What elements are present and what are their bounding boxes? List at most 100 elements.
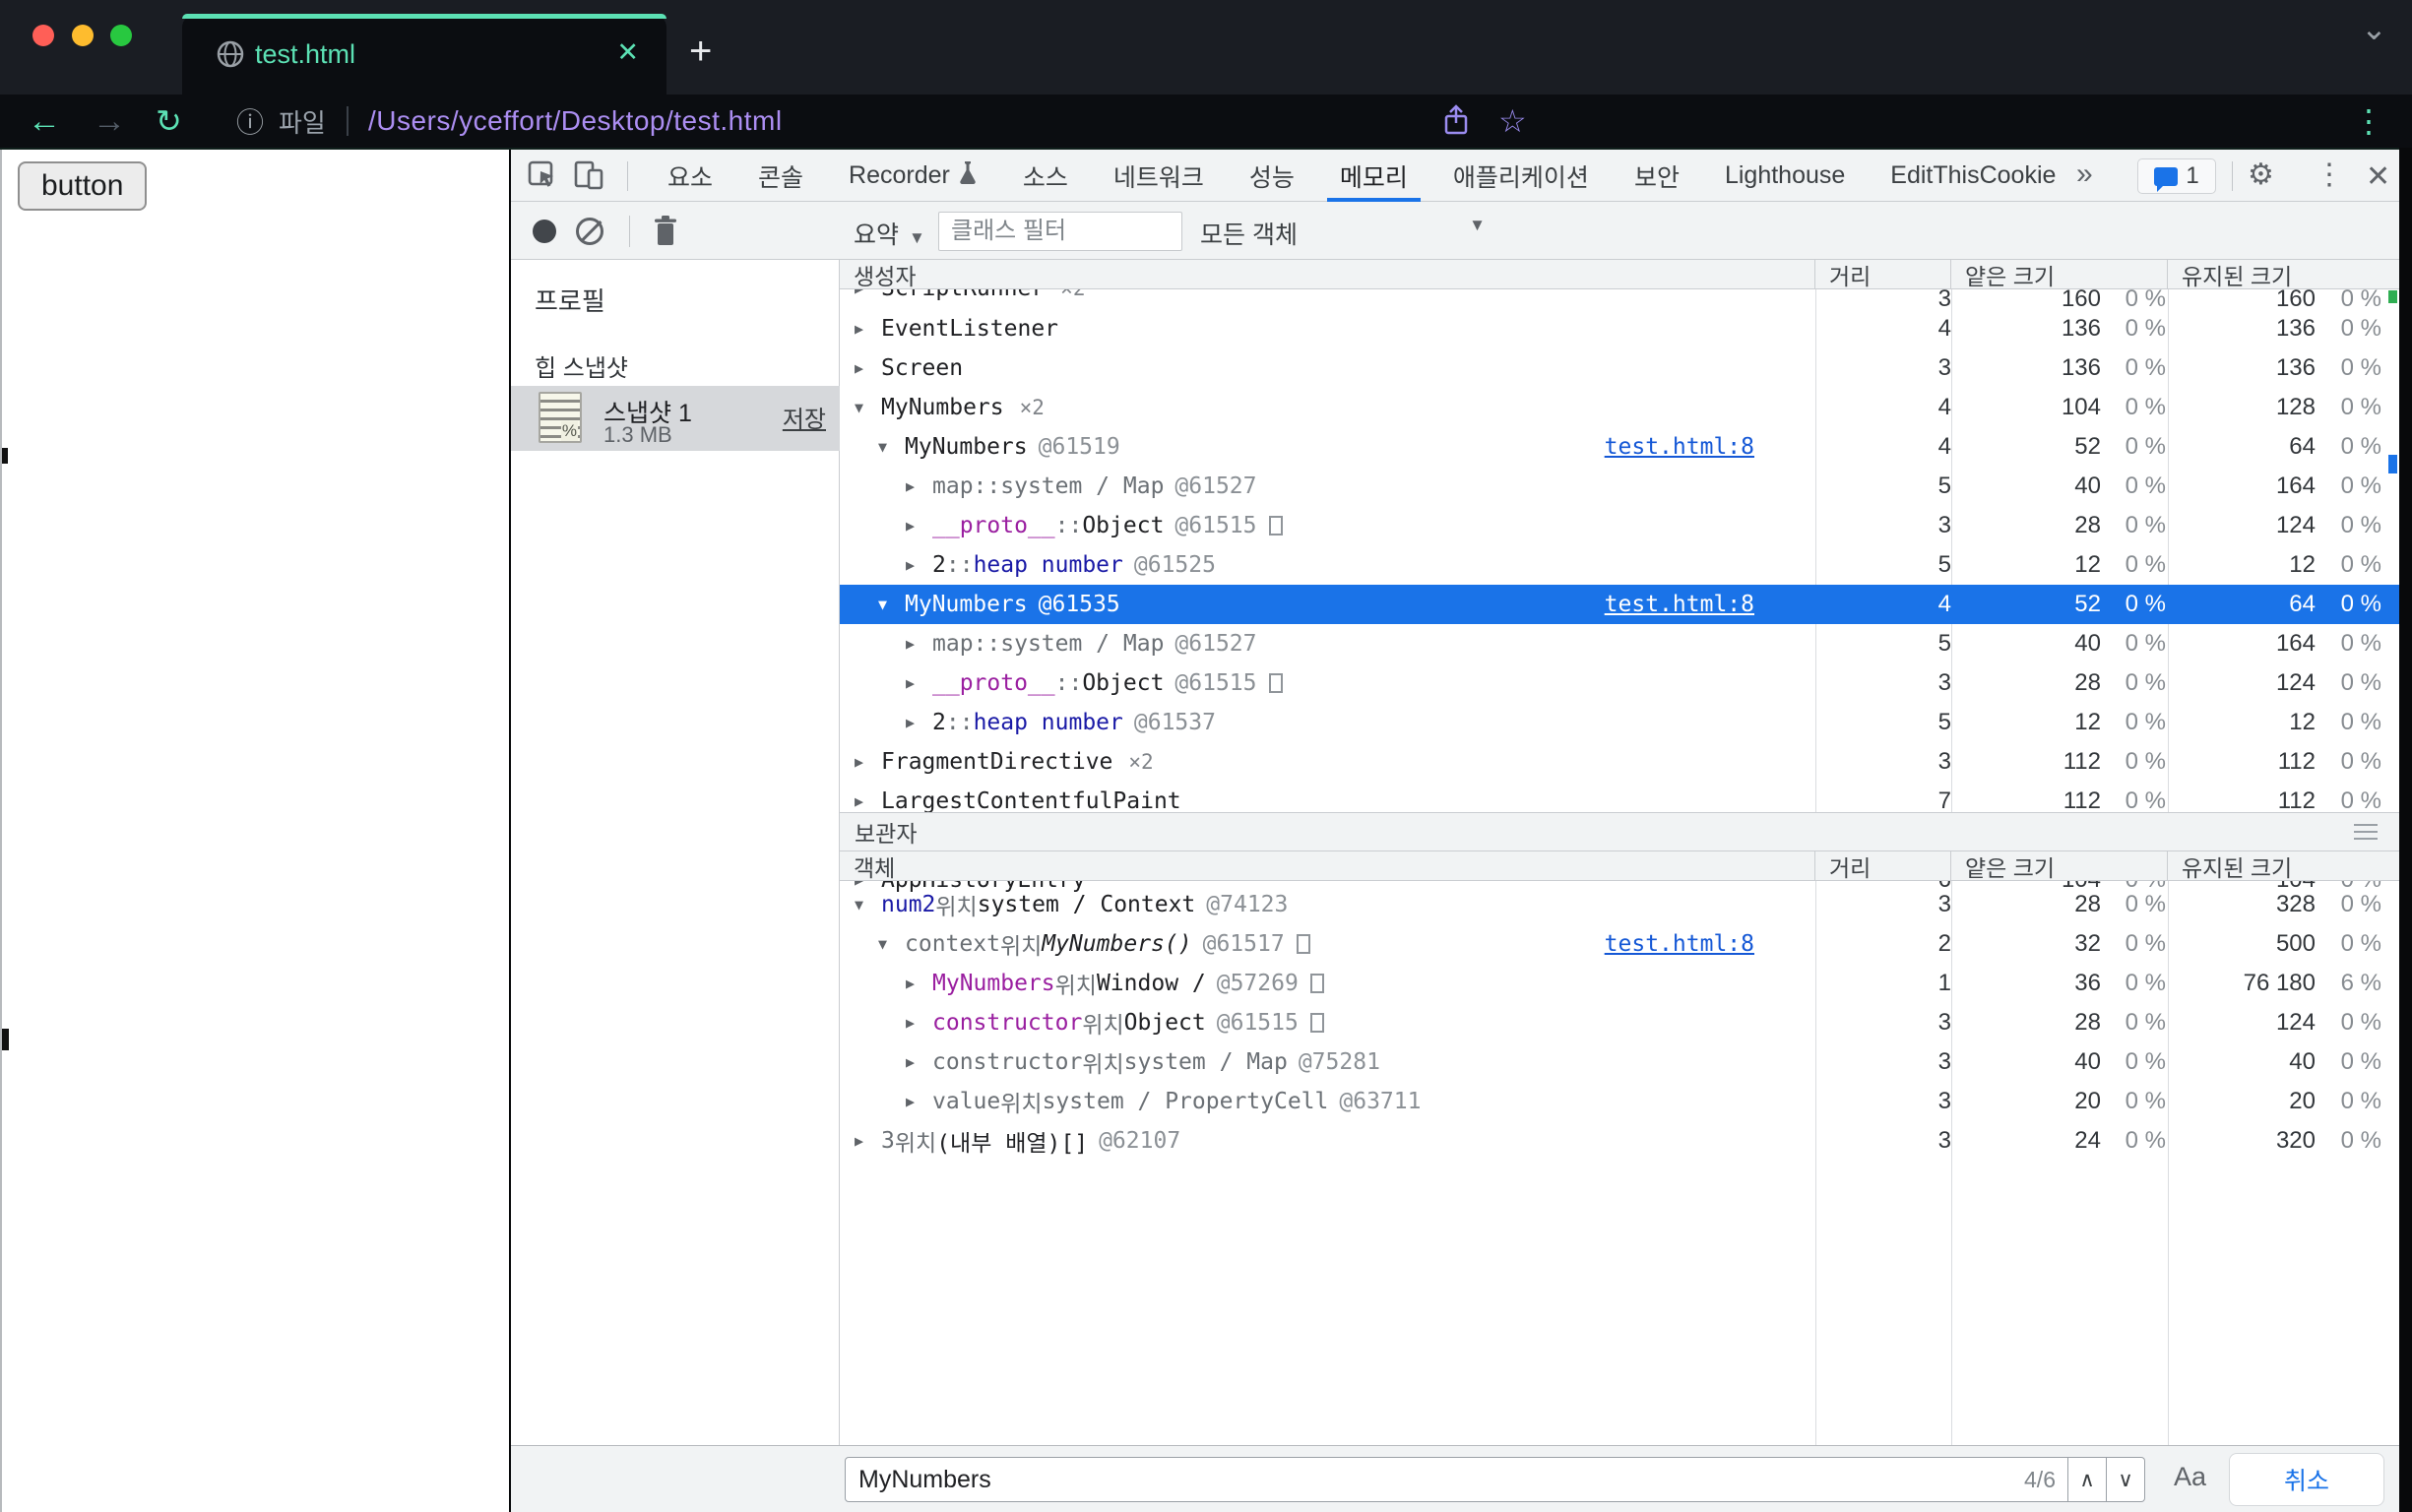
column-header-constructor[interactable]: 생성자 (840, 260, 1815, 289)
table-row[interactable]: ▶ 2 :: heap number @61537 5 12 0 % 12 0 % (840, 703, 2399, 742)
tree-expand-icon[interactable]: ▶ (906, 635, 923, 653)
column-header-distance[interactable]: 거리 (1815, 851, 1951, 881)
back-button[interactable]: ← (28, 94, 61, 148)
share-icon[interactable] (1439, 94, 1473, 148)
tree-expand-icon[interactable]: ▶ (855, 1132, 872, 1150)
browser-menu-icon[interactable]: ⋮ (2353, 94, 2386, 148)
tree-expand-icon[interactable]: ▶ (855, 359, 872, 377)
tree-collapse-icon[interactable]: ▼ (878, 935, 896, 953)
tree-expand-icon[interactable]: ▶ (906, 1093, 923, 1110)
devtools-tab-보안[interactable]: 보안 (1612, 150, 1702, 202)
table-row[interactable]: ▶ 2 :: heap number @61525 5 12 0 % 12 0 % (840, 545, 2399, 585)
column-header-object[interactable]: 객체 (840, 851, 1815, 881)
table-row[interactable]: ▶ constructor 위치 system / Map @75281 3 40 0 %… (840, 1042, 2399, 1082)
bookmark-star-icon[interactable]: ☆ (1498, 94, 1527, 148)
source-link[interactable]: test.html:8 (1605, 931, 1754, 957)
retainers-splitter-bar[interactable]: 보관자 (840, 812, 2399, 851)
tab-search-chevron-icon[interactable]: ⌄ (2361, 10, 2387, 47)
table-row[interactable]: ▶ FragmentDirective ×2 3 112 0 % 112 0 % (840, 742, 2399, 782)
devtools-tab-성능[interactable]: 성능 (1227, 150, 1317, 202)
tree-expand-icon[interactable]: ▶ (906, 714, 923, 731)
row-text-segment: system / Context (977, 892, 1196, 917)
tree-expand-icon[interactable]: ▶ (906, 1053, 923, 1071)
tree-collapse-icon[interactable]: ▼ (855, 896, 872, 914)
devtools-tab-요소[interactable]: 요소 (645, 150, 735, 202)
new-tab-button[interactable]: + (689, 30, 712, 74)
minimize-window-button[interactable] (72, 25, 94, 46)
devtools-menu-icon[interactable]: ⋮ (2315, 158, 2344, 192)
devtools-tab-애플리케이션[interactable]: 애플리케이션 (1430, 150, 1612, 202)
table-row[interactable]: ▶ MyNumbers 위치 Window / @57269 1 36 0 % 76 180… (840, 964, 2399, 1003)
tree-collapse-icon[interactable]: ▼ (855, 399, 872, 416)
shallow-size-cell: 28 0 % (2074, 891, 2166, 917)
devtools-tab-EditThisCookie[interactable]: EditThisCookie (1868, 150, 2078, 202)
table-row[interactable]: ▶ EventListener 4 136 0 % 136 0 % (840, 309, 2399, 348)
table-row[interactable]: ▼ MyNumbers @61519 test.html:8 4 52 0 % 64 0 % (840, 427, 2399, 467)
devtools-close-icon[interactable]: ✕ (2366, 159, 2390, 194)
browser-tab[interactable]: test.html ✕ (182, 14, 666, 94)
close-window-button[interactable] (32, 25, 54, 46)
column-header-shallow-size[interactable]: 얕은 크기 (1951, 260, 2168, 289)
tree-expand-icon[interactable]: ▶ (906, 674, 923, 692)
view-mode-select[interactable]: 요약 ▼ (854, 216, 925, 251)
page-info-icon[interactable]: ⓘ (236, 94, 264, 148)
table-row[interactable]: ▶ map :: system / Map @61527 5 40 0 % 164 0 % (840, 467, 2399, 506)
tree-collapse-icon[interactable]: ▼ (878, 438, 896, 456)
table-row[interactable]: ▼ MyNumbers ×2 4 104 0 % 128 0 % (840, 388, 2399, 427)
snapshot-save-link[interactable]: 저장 (783, 400, 826, 434)
object-filter-select[interactable]: 모든 객체 ▼ (1200, 216, 1486, 251)
drag-grip-icon[interactable] (2354, 824, 2378, 840)
distance-cell: 3 (1937, 512, 1951, 538)
inspect-element-icon[interactable] (527, 159, 558, 196)
snapshot-list-item[interactable]: % 스냅샷 1 1.3 MB 저장 (511, 386, 840, 451)
devtools-tab-메모리[interactable]: 메모리 (1317, 150, 1430, 202)
source-link[interactable]: test.html:8 (1605, 592, 1754, 617)
clear-profiles-icon[interactable] (576, 218, 603, 245)
more-tabs-icon[interactable]: » (2076, 158, 2093, 191)
tree-expand-icon[interactable]: ▶ (855, 320, 872, 338)
column-header-distance[interactable]: 거리 (1815, 260, 1951, 289)
devtools-tab-소스[interactable]: 소스 (1000, 150, 1091, 202)
column-header-shallow-size[interactable]: 얕은 크기 (1951, 851, 2168, 881)
devtools-tab-콘솔[interactable]: 콘솔 (735, 150, 826, 202)
table-row[interactable]: ▶ScriptRunner×231600 %1600 % (840, 289, 2399, 309)
devtools-settings-gear-icon[interactable]: ⚙ (2248, 158, 2274, 192)
class-filter-input[interactable] (938, 212, 1182, 251)
table-row[interactable]: ▶ Screen 3 136 0 % 136 0 % (840, 348, 2399, 388)
devtools-tab-네트워크[interactable]: 네트워크 (1091, 150, 1227, 202)
table-row[interactable]: ▶ 3 위치 (내부 배열)[] @62107 3 24 0 % 320 0 % (840, 1121, 2399, 1161)
column-header-retained-size[interactable]: 유지된 크기 (2168, 260, 2387, 289)
table-row[interactable]: ▼ num2 위치 system / Context @74123 3 28 0 % 328… (840, 885, 2399, 924)
table-row[interactable]: ▶ map :: system / Map @61527 5 40 0 % 164 0 % (840, 624, 2399, 663)
tree-expand-icon[interactable]: ▶ (906, 975, 923, 992)
device-toolbar-icon[interactable] (572, 159, 605, 196)
tree-expand-icon[interactable]: ▶ (906, 517, 923, 535)
tab-close-icon[interactable]: ✕ (616, 37, 639, 68)
address-bar-url[interactable]: /Users/yceffort/Desktop/test.html (368, 94, 783, 148)
table-row[interactable]: ▼ context 위치 MyNumbers() @61517 test.html:8… (840, 924, 2399, 964)
column-header-retained-size[interactable]: 유지된 크기 (2168, 851, 2387, 881)
reload-button[interactable]: ↻ (156, 94, 182, 148)
tree-expand-icon[interactable]: ▶ (855, 792, 872, 810)
tree-expand-icon[interactable]: ▶ (906, 556, 923, 574)
forward-button[interactable]: → (93, 94, 126, 148)
tree-expand-icon[interactable]: ▶ (906, 1014, 923, 1032)
table-row[interactable]: ▶ value 위치 system / PropertyCell @63711 3 20… (840, 1082, 2399, 1121)
maximize-window-button[interactable] (110, 25, 132, 46)
table-row[interactable]: ▶ __proto__ :: Object @61515 3 28 0 % 124 0 % (840, 663, 2399, 703)
delete-profile-trash-icon[interactable] (651, 215, 680, 253)
tree-expand-icon[interactable]: ▶ (855, 753, 872, 771)
issues-button[interactable]: 1 (2137, 158, 2216, 194)
devtools-tab-Recorder[interactable]: Recorder (826, 150, 1000, 202)
distance-cell: 3 (1937, 1127, 1951, 1154)
record-heap-snapshot-button[interactable] (533, 220, 556, 243)
page-button[interactable]: button (18, 161, 148, 211)
row-text-segment: 위치 (1000, 1092, 1043, 1117)
source-link[interactable]: test.html:8 (1605, 434, 1754, 460)
table-row[interactable]: ▼ MyNumbers @61535 test.html:8 4 52 0 % 64 0 % (840, 585, 2399, 624)
tree-collapse-icon[interactable]: ▼ (878, 596, 896, 613)
devtools-tab-Lighthouse[interactable]: Lighthouse (1702, 150, 1868, 202)
table-row[interactable]: ▶ __proto__ :: Object @61515 3 28 0 % 124 0 % (840, 506, 2399, 545)
table-row[interactable]: ▶ constructor 위치 Object @61515 3 28 0 % 124 0 % (840, 1003, 2399, 1042)
tree-expand-icon[interactable]: ▶ (906, 477, 923, 495)
